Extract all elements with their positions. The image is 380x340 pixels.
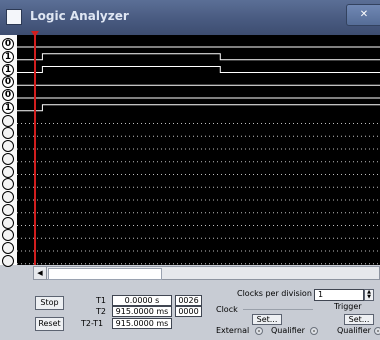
scroll-gap bbox=[17, 266, 33, 280]
t2-t1-label: T2-T1 bbox=[81, 319, 104, 328]
signal-trace bbox=[17, 66, 380, 73]
clock-group-line bbox=[243, 309, 313, 310]
pin-indicator bbox=[2, 114, 14, 127]
t1-time-value: 0.0000 s bbox=[112, 295, 172, 306]
spin-up-down-icon[interactable]: ▲ ▼ bbox=[364, 289, 374, 301]
signal-trace bbox=[17, 104, 380, 112]
trigger-qualifier-label: Qualifier bbox=[337, 326, 371, 335]
pin-indicator: 1 bbox=[2, 101, 14, 114]
app-window-icon bbox=[6, 9, 22, 25]
clocks-per-division-label: Clocks per division bbox=[237, 289, 312, 298]
qualifier-label: Qualifier bbox=[271, 326, 305, 335]
trigger-label: Trigger bbox=[334, 302, 362, 311]
window-title: Logic Analyzer bbox=[30, 9, 129, 23]
t2-t1-time-value: 915.0000 ms bbox=[112, 318, 172, 329]
scroll-thumb[interactable] bbox=[48, 268, 162, 280]
pin-indicator: 1 bbox=[2, 50, 14, 63]
pin-indicator bbox=[2, 203, 14, 216]
pin-indicator bbox=[2, 140, 14, 152]
clock-label: Clock bbox=[216, 305, 238, 314]
pin-indicator bbox=[2, 216, 14, 229]
pin-indicator bbox=[2, 191, 14, 203]
signal-trace bbox=[17, 53, 380, 61]
pin-indicator bbox=[2, 178, 14, 191]
waveform-area[interactable] bbox=[17, 35, 380, 265]
t2-label: T2 bbox=[96, 307, 106, 316]
trigger-qualifier-radio[interactable] bbox=[374, 327, 380, 335]
pin-indicator bbox=[2, 229, 14, 242]
clock-set-button[interactable]: Set... bbox=[252, 314, 282, 325]
pin-indicator: 0 bbox=[2, 89, 14, 101]
reset-button[interactable]: Reset bbox=[35, 317, 64, 331]
pin-indicator: 1 bbox=[2, 63, 14, 76]
t1-label: T1 bbox=[96, 296, 106, 305]
external-radio[interactable] bbox=[255, 327, 263, 335]
qualifier-radio[interactable] bbox=[310, 327, 318, 335]
pin-indicator bbox=[2, 254, 14, 267]
clocks-per-division-input[interactable]: 1 bbox=[314, 289, 364, 301]
t2-hex-value: 0000 bbox=[175, 306, 202, 317]
pin-indicator bbox=[2, 242, 14, 254]
stop-button[interactable]: Stop bbox=[35, 296, 64, 310]
t2-time-value: 915.0000 ms bbox=[112, 306, 172, 317]
pin-column: 011001 bbox=[0, 35, 17, 267]
title-bar[interactable]: Logic Analyzer ✕ bbox=[0, 0, 380, 35]
pin-indicator bbox=[2, 127, 14, 140]
pin-indicator bbox=[2, 152, 14, 165]
pin-indicator: 0 bbox=[2, 38, 14, 50]
scroll-left-arrow-icon[interactable]: ◀ bbox=[34, 267, 47, 279]
pin-indicator bbox=[2, 165, 14, 178]
horizontal-scrollbar[interactable]: ◀ bbox=[33, 266, 380, 280]
t1-cursor[interactable] bbox=[34, 35, 36, 265]
t1-hex-value: 0026 bbox=[175, 295, 202, 306]
waveform-svg bbox=[17, 46, 380, 265]
external-label: External bbox=[216, 326, 250, 335]
trigger-set-button[interactable]: Set... bbox=[344, 314, 374, 325]
pin-indicator: 0 bbox=[2, 76, 14, 89]
close-icon[interactable]: ✕ bbox=[346, 4, 380, 26]
